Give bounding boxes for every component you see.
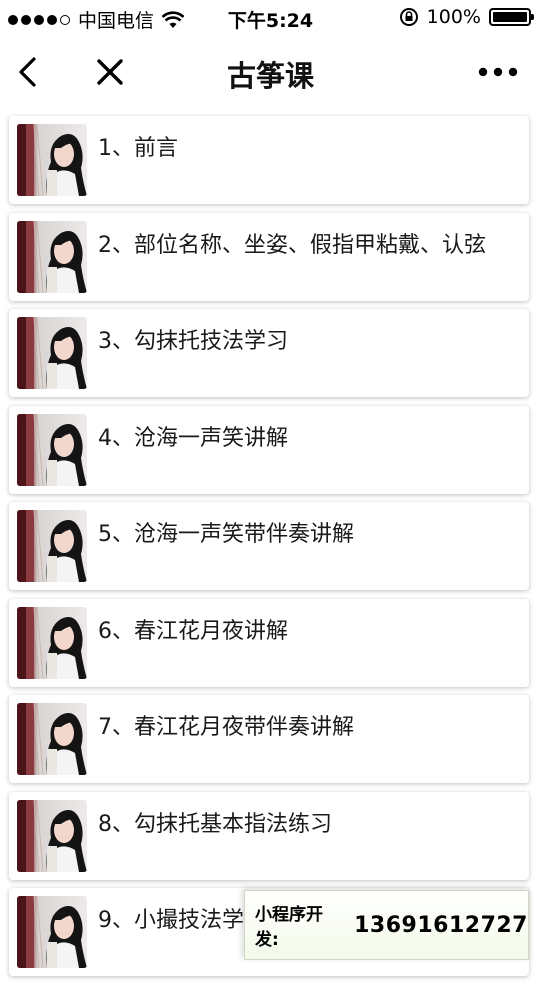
more-icon <box>478 67 518 77</box>
nav-bar: 古筝课 <box>0 36 541 108</box>
promo-banner: 小程序开发: 13691612727 <box>244 890 529 960</box>
lesson-card[interactable]: 3、勾抹托技法学习 <box>9 309 529 397</box>
lesson-thumbnail <box>17 413 87 486</box>
lesson-card[interactable]: 6、春江花月夜讲解 <box>9 598 529 687</box>
lesson-thumbnail <box>17 896 87 968</box>
promo-label: 小程序开发: <box>255 905 323 950</box>
battery-percent: 100% <box>426 6 481 28</box>
page-title: 古筝课 <box>226 59 314 93</box>
battery-icon <box>489 8 534 26</box>
lesson-thumbnail <box>17 510 87 582</box>
lesson-thumbnail <box>17 799 87 872</box>
lesson-thumbnail <box>17 124 87 196</box>
lesson-title: 4、沧海一声笑讲解 <box>98 425 288 451</box>
lesson-thumbnail <box>17 220 87 293</box>
lesson-card[interactable]: 4、沧海一声笑讲解 <box>9 405 529 494</box>
promo-phone: 13691612727 <box>354 912 528 938</box>
lesson-thumbnail <box>17 317 87 389</box>
lesson-card[interactable]: 1、前言 <box>9 116 529 204</box>
lesson-card[interactable]: 8、勾抹托基本指法练习 <box>9 791 529 880</box>
status-right: 100% <box>399 6 534 28</box>
lesson-title: 1、前言 <box>98 136 178 161</box>
lesson-title: 3、勾抹托技法学习 <box>98 329 288 354</box>
lesson-thumbnail <box>17 606 87 679</box>
lesson-title: 5、沧海一声笑带伴奏讲解 <box>98 522 354 547</box>
lesson-title: 6、春江花月夜讲解 <box>98 618 288 644</box>
lesson-list: 1、前言 2、部位名称、坐姿、假指甲粘戴、认弦 3、勾抹托技法学习 4、沧海一声… <box>9 116 529 985</box>
lesson-card[interactable]: 7、春江花月夜带伴奏讲解 <box>9 695 529 783</box>
lesson-title: 2、部位名称、坐姿、假指甲粘戴、认弦 <box>98 232 486 258</box>
lesson-card[interactable]: 2、部位名称、坐姿、假指甲粘戴、认弦 <box>9 212 529 301</box>
lesson-title: 8、勾抹托基本指法练习 <box>98 811 332 837</box>
orientation-lock-icon <box>399 8 418 26</box>
lesson-thumbnail <box>17 703 87 775</box>
lesson-card[interactable]: 5、沧海一声笑带伴奏讲解 <box>9 502 529 590</box>
status-bar: 中国电信 下午5:24 100% <box>0 0 541 36</box>
lesson-title: 7、春江花月夜带伴奏讲解 <box>98 715 354 740</box>
more-button[interactable] <box>476 50 520 94</box>
lesson-title: 9、小撮技法学习 <box>98 908 266 933</box>
